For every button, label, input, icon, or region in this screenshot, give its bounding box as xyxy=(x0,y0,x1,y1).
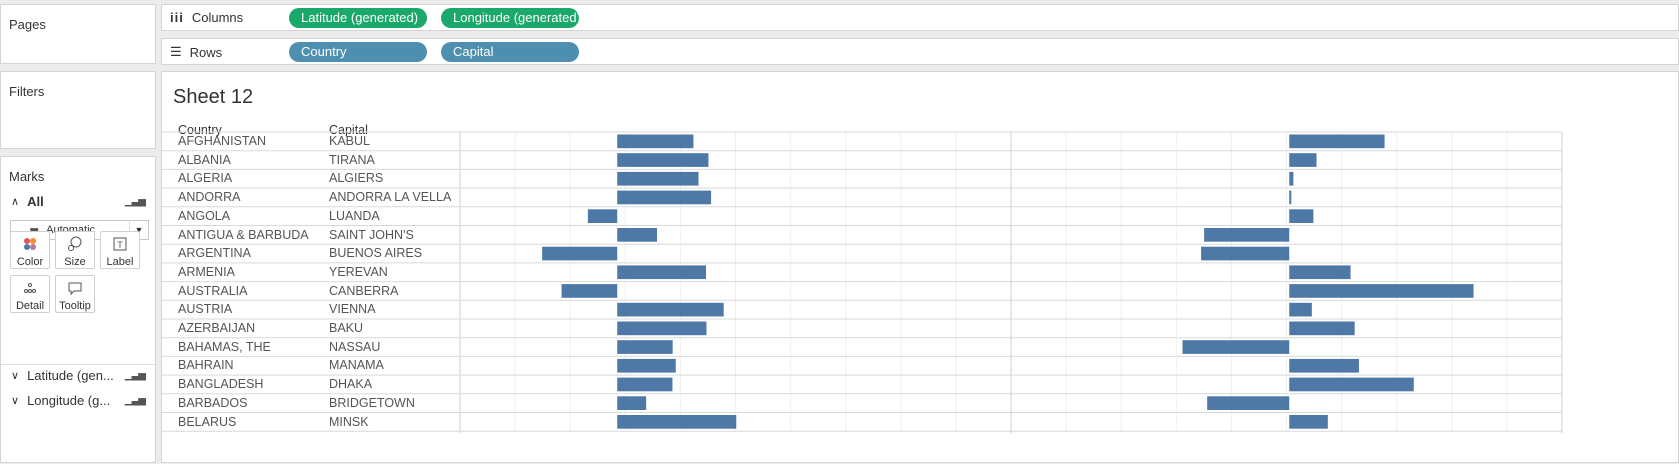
bar-chart xyxy=(162,131,1563,434)
latitude-bar xyxy=(617,358,676,373)
chevron-down-icon: ∨ xyxy=(11,370,20,382)
pages-title: Pages xyxy=(9,17,46,32)
longitude-bar xyxy=(1289,209,1314,223)
size-icon xyxy=(56,236,94,256)
tooltip-icon xyxy=(56,280,94,300)
detail-button[interactable]: Detail xyxy=(10,275,50,313)
rows-shelf[interactable]: ☰ Rows Country Capital xyxy=(161,38,1679,65)
longitude-bar xyxy=(1289,377,1414,392)
latitude-bar xyxy=(617,321,707,336)
latitude-bar xyxy=(617,415,737,429)
chevron-down-icon: ∨ xyxy=(11,394,20,407)
color-palette-icon xyxy=(11,236,49,256)
longitude-bar xyxy=(1207,396,1290,410)
pill-latitude[interactable]: Latitude (generated) xyxy=(289,8,427,28)
longitude-bar xyxy=(1289,190,1292,205)
columns-label: Columns xyxy=(191,10,244,25)
filters-panel[interactable]: Filters xyxy=(0,71,156,149)
latitude-bar xyxy=(617,134,694,149)
longitude-bar xyxy=(1289,265,1351,280)
latitude-bar xyxy=(542,246,618,261)
latitude-bar xyxy=(617,302,724,317)
latitude-bar xyxy=(617,153,709,167)
detail-icon xyxy=(11,280,49,300)
tooltip-button[interactable]: Tooltip xyxy=(55,275,95,313)
latitude-bar xyxy=(617,377,673,392)
latitude-marks-card[interactable]: ∨ Latitude (gen... ▁▃▅ xyxy=(1,364,155,386)
size-button-label: Size xyxy=(64,256,86,268)
columns-shelf[interactable]: iii Columns Latitude (generated) Longitu… xyxy=(161,4,1679,31)
columns-shelf-label: iii Columns xyxy=(170,10,243,25)
detail-button-label: Detail xyxy=(15,300,45,312)
bar-chart-icon: ▁▃▅ xyxy=(124,195,146,207)
longitude-bar xyxy=(1182,340,1290,354)
marks-card: Marks ∧ All ▁▃▅ ▁▃▅ Automatic ▼ Color Si… xyxy=(0,156,156,463)
longitude-bar xyxy=(1289,284,1474,298)
latitude-bar xyxy=(561,284,618,298)
latitude-bar xyxy=(587,209,618,223)
label-icon: T xyxy=(101,236,139,256)
marks-all-label: All xyxy=(27,193,44,209)
rows-label: Rows xyxy=(189,44,223,60)
color-button-label: Color xyxy=(16,256,44,268)
latitude-card-label: Latitude (gen... xyxy=(27,368,114,383)
rows-icon: ☰ xyxy=(170,44,182,59)
longitude-bar xyxy=(1201,246,1290,261)
marks-all-row[interactable]: ∧ All ▁▃▅ xyxy=(1,190,155,212)
latitude-bar xyxy=(617,265,707,280)
label-button[interactable]: T Label xyxy=(100,231,140,269)
longitude-bar xyxy=(1289,358,1359,373)
pill-longitude[interactable]: Longitude (generated) xyxy=(441,8,581,28)
pill-capital[interactable]: Capital xyxy=(441,42,579,62)
label-button-label: Label xyxy=(106,256,134,268)
pages-panel[interactable]: Pages xyxy=(0,4,156,64)
longitude-bar xyxy=(1204,228,1290,242)
marks-title: Marks xyxy=(9,169,45,184)
latitude-bar xyxy=(617,228,657,242)
latitude-bar xyxy=(617,171,699,186)
bar-chart-icon: ▁▃▅ xyxy=(124,370,146,381)
bar-chart-icon: ▁▃▅ xyxy=(124,394,146,406)
color-button[interactable]: Color xyxy=(10,231,50,269)
worksheet-view: Sheet 12 Country Capital AFGHANISTAN KABU… xyxy=(161,71,1679,463)
chevron-down-icon: ∧ xyxy=(11,195,20,208)
longitude-bar xyxy=(1289,171,1294,186)
latitude-bar xyxy=(617,396,647,410)
longitude-bar xyxy=(1289,153,1317,167)
filters-title: Filters xyxy=(9,84,45,99)
tooltip-button-label: Tooltip xyxy=(59,300,91,312)
columns-icon: iii xyxy=(170,10,184,25)
latitude-bar xyxy=(617,190,712,205)
longitude-bar xyxy=(1289,321,1355,336)
rows-shelf-label: ☰ Rows xyxy=(170,44,222,60)
longitude-bar xyxy=(1289,302,1312,317)
size-button[interactable]: Size xyxy=(55,231,95,269)
longitude-card-label: Longitude (g... xyxy=(27,392,111,408)
svg-text:T: T xyxy=(117,240,123,250)
latitude-bar xyxy=(617,340,673,354)
longitude-marks-card[interactable]: ∨ Longitude (g... ▁▃▅ xyxy=(1,389,155,411)
longitude-bar xyxy=(1289,415,1328,429)
pill-country[interactable]: Country xyxy=(289,42,427,62)
longitude-bar xyxy=(1289,134,1385,149)
